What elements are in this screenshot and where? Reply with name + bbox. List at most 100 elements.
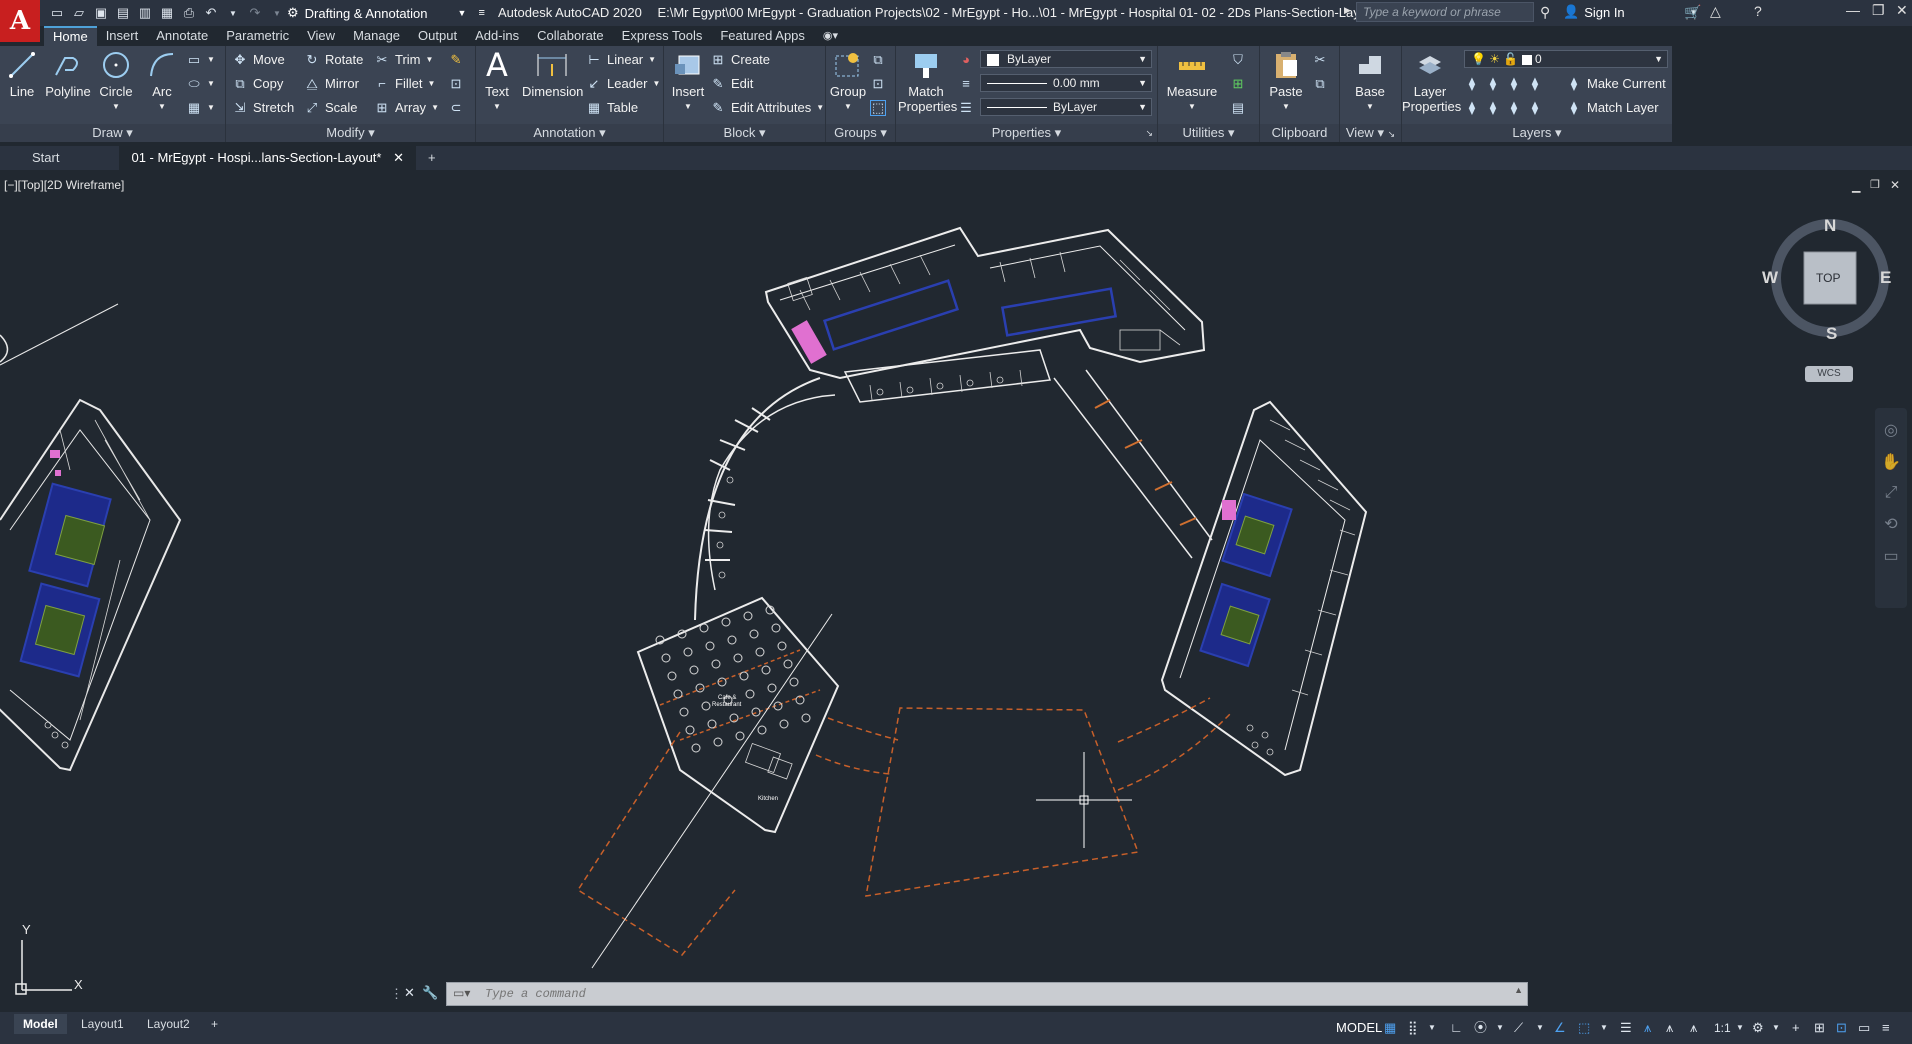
modify-panel-title[interactable]: Modify ▾ (226, 124, 475, 142)
layer-thaw-icon[interactable]: ⧫ (1506, 100, 1522, 116)
save-icon[interactable]: ▣ (92, 4, 110, 22)
new-file-icon[interactable]: ▭ (48, 4, 66, 22)
table-button[interactable]: ▦ Table (586, 98, 638, 118)
layer-dropdown[interactable]: 💡 ☀ 🔓 0 ▼ (1464, 50, 1668, 68)
match-properties-button[interactable]: Match Properties (898, 48, 957, 114)
workspace-gear-icon[interactable]: ⚙ (1752, 1018, 1764, 1038)
chevron-down-icon[interactable]: ▼ (1536, 1018, 1544, 1038)
layer-unlock-icon[interactable]: ⧫ (1527, 100, 1543, 116)
dialog-launcher-icon[interactable]: ↘ (1145, 124, 1153, 142)
help-icon[interactable]: ? (1754, 3, 1762, 19)
command-input[interactable] (483, 986, 1383, 1002)
close-icon[interactable]: ✕ (1896, 2, 1908, 19)
steering-wheel-icon[interactable]: ◎ (1875, 420, 1907, 440)
tab-add-ins[interactable]: Add-ins (466, 26, 528, 46)
create-block-button[interactable]: ⊞ Create (710, 50, 770, 70)
workspace-switcher[interactable]: ⚙ Drafting & Annotation ▼ ≡ (287, 3, 485, 23)
ungroup-button[interactable]: ⧉ (870, 50, 886, 70)
text-button[interactable]: A Text ▼ (480, 48, 514, 114)
tab-layout2[interactable]: Layout2 (138, 1014, 199, 1034)
tab-output[interactable]: Output (409, 26, 466, 46)
close-command-line-icon[interactable]: ✕ (404, 985, 415, 1001)
minimize-icon[interactable]: — (1846, 2, 1860, 18)
layer-isolate-icon[interactable]: ⧫ (1485, 76, 1501, 92)
cut-button[interactable]: ✂ (1312, 50, 1328, 70)
snap-icon[interactable]: ⣿ (1408, 1018, 1418, 1038)
restore-icon[interactable]: ❐ (1872, 2, 1885, 19)
units-icon[interactable]: ⊞ (1814, 1018, 1825, 1038)
trim-button[interactable]: ✂ Trim ▼ (374, 50, 434, 70)
add-layout-icon[interactable]: + (202, 1014, 227, 1034)
chevron-down-icon[interactable]: ▼ (1772, 1018, 1780, 1038)
viewcube-face-top[interactable]: TOP (1816, 271, 1840, 285)
stretch-button[interactable]: ⇲ Stretch (232, 98, 295, 118)
search-input[interactable]: Type a keyword or phrase (1356, 2, 1534, 22)
linear-button[interactable]: ⊢ Linear ▼ (586, 50, 656, 70)
tab-layout1[interactable]: Layout1 (72, 1014, 133, 1034)
utilities-panel-title[interactable]: Utilities ▾ (1158, 124, 1259, 142)
properties-panel-title[interactable]: Properties ▾ ↘ (896, 124, 1157, 142)
plot-icon[interactable]: ⎙ (180, 4, 198, 22)
erase-button[interactable]: ✎ (448, 50, 464, 70)
save-web-icon[interactable]: ▦ (158, 4, 176, 22)
tab-view[interactable]: View (298, 26, 344, 46)
ortho-icon[interactable]: ∟ (1450, 1018, 1463, 1038)
compass-south[interactable]: S (1826, 324, 1837, 344)
orbit-icon[interactable]: ⟲ (1875, 514, 1907, 534)
viewcube[interactable]: N S E W TOP (1762, 216, 1892, 343)
tab-document[interactable]: 01 - MrEgypt - Hospi...lans-Section-Layo… (119, 146, 416, 170)
auto-scale-icon[interactable]: ⩚ (1666, 1018, 1673, 1038)
scale-button[interactable]: ⤢ Scale (304, 98, 358, 118)
hatch-button[interactable]: ▦ ▼ (186, 98, 215, 118)
grid-icon[interactable]: ▦ (1384, 1018, 1396, 1038)
dimension-button[interactable]: Dimension (522, 48, 583, 99)
mirror-button[interactable]: ⧋ Mirror (304, 74, 359, 94)
tab-collaborate[interactable]: Collaborate (528, 26, 613, 46)
chevron-down-icon[interactable]: ▼ (1428, 1018, 1436, 1038)
clipboard-panel-title[interactable]: Clipboard (1260, 124, 1339, 142)
annotation-scale-value[interactable]: 1:1 (1714, 1018, 1731, 1038)
open-web-icon[interactable]: ▥ (136, 4, 154, 22)
autodesk-app-icon[interactable]: △ (1710, 3, 1721, 20)
customize-wrench-icon[interactable]: 🔧 (422, 985, 438, 1001)
binoculars-icon[interactable]: ⚲ (1540, 4, 1550, 21)
move-button[interactable]: ✥ Move (232, 50, 285, 70)
tab-start[interactable]: Start (0, 146, 119, 170)
match-layer-button[interactable]: ⧫ Match Layer (1566, 98, 1659, 118)
leader-button[interactable]: ↙ Leader ▼ (586, 74, 661, 94)
customize-qat-icon[interactable]: ≡ (478, 7, 484, 19)
color-dropdown[interactable]: ByLayer ▼ (980, 50, 1152, 68)
insert-button[interactable]: Insert ▼ (668, 48, 708, 114)
copy-button[interactable]: ⧉ Copy (232, 74, 283, 94)
quick-select-button[interactable]: ⛉ (1230, 50, 1246, 70)
fillet-button[interactable]: ⌐ Fillet ▼ (374, 74, 435, 94)
lineweight-toggle-icon[interactable]: ☰ (1620, 1018, 1632, 1038)
application-menu-button[interactable]: A (0, 0, 40, 42)
edit-block-button[interactable]: ✎ Edit (710, 74, 754, 94)
chevron-down-icon[interactable]: ▼ (1496, 1018, 1504, 1038)
tab-express-tools[interactable]: Express Tools (613, 26, 712, 46)
annotation-visibility-icon[interactable]: ⩚ (1644, 1018, 1651, 1038)
tab-annotate[interactable]: Annotate (147, 26, 217, 46)
explode-button[interactable]: ⊡ (448, 74, 464, 94)
copy-clip-button[interactable]: ⧉ (1312, 74, 1328, 94)
command-history-icon[interactable]: ▲ (1514, 985, 1523, 995)
pan-icon[interactable]: ✋ (1875, 452, 1907, 472)
select-all-button[interactable]: ⊞ (1230, 74, 1246, 94)
arc-button[interactable]: Arc ▼ (144, 48, 180, 114)
redo-icon[interactable]: ↷ (246, 4, 264, 22)
group-button[interactable]: Group ▼ (828, 48, 868, 114)
viewport-restore-icon[interactable]: ❐ (1870, 178, 1880, 191)
viewport-close-icon[interactable]: ✕ (1890, 178, 1900, 192)
object-snap-tracking-icon[interactable]: ∠ (1554, 1018, 1566, 1038)
tab-featured-apps[interactable]: Featured Apps (711, 26, 814, 46)
rectangle-button[interactable]: ▭ ▼ (186, 50, 215, 70)
sign-in-button[interactable]: 👤 Sign In ▼ (1563, 4, 1698, 20)
layers-panel-title[interactable]: Layers ▾ (1402, 124, 1672, 142)
tab-model[interactable]: Model (14, 1014, 67, 1034)
showmotion-icon[interactable]: ▭ (1875, 546, 1907, 566)
rotate-button[interactable]: ↻ Rotate (304, 50, 364, 70)
tab-parametric[interactable]: Parametric (217, 26, 298, 46)
groups-panel-title[interactable]: Groups ▾ (826, 124, 895, 142)
clean-screen-icon[interactable]: ▭ (1858, 1018, 1870, 1038)
